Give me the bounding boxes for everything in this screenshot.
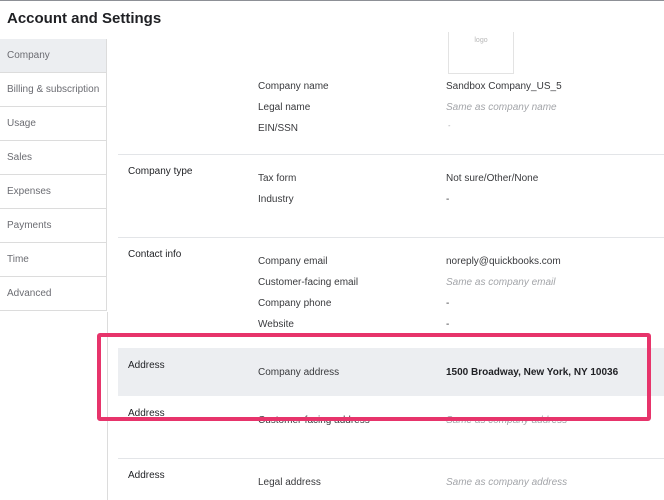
legal-name-value[interactable]: Same as company name xyxy=(446,102,557,113)
top-border xyxy=(0,0,664,1)
logo-upload[interactable]: logo xyxy=(448,32,514,74)
legal-address-label: Legal address xyxy=(258,477,321,488)
ein-label: EIN/SSN xyxy=(258,123,299,134)
customer-email-value[interactable]: Same as company email xyxy=(446,277,556,288)
industry-value[interactable]: - xyxy=(446,194,449,205)
section-divider xyxy=(118,458,664,459)
sidebar-item-payments[interactable]: Payments xyxy=(0,209,107,243)
section-divider xyxy=(118,154,664,155)
tax-form-label: Tax form xyxy=(258,173,297,184)
website-label: Website xyxy=(258,319,294,330)
company-type-heading: Company type xyxy=(128,166,193,177)
contact-info-heading: Contact info xyxy=(128,249,182,260)
page-title: Account and Settings xyxy=(7,10,162,27)
highlight-annotation-box xyxy=(97,333,651,421)
industry-label: Industry xyxy=(258,194,294,205)
company-email-value[interactable]: noreply@quickbooks.com xyxy=(446,256,561,267)
sidebar-item-company[interactable]: Company xyxy=(0,39,107,73)
sidebar-item-advanced[interactable]: Advanced xyxy=(0,277,107,311)
legal-address-value[interactable]: Same as company address xyxy=(446,477,567,488)
company-phone-value[interactable]: - xyxy=(446,298,449,309)
tax-form-value[interactable]: Not sure/Other/None xyxy=(446,173,538,184)
company-phone-label: Company phone xyxy=(258,298,332,309)
sidebar-item-time[interactable]: Time xyxy=(0,243,107,277)
sidebar-item-usage[interactable]: Usage xyxy=(0,107,107,141)
section-divider xyxy=(118,237,664,238)
company-name-value[interactable]: Sandbox Company_US_5 xyxy=(446,81,562,92)
sidebar-item-sales[interactable]: Sales xyxy=(0,141,107,175)
legal-address-heading: Address xyxy=(128,470,165,481)
sidebar-item-billing[interactable]: Billing & subscription xyxy=(0,73,107,107)
settings-sidebar: Company Billing & subscription Usage Sal… xyxy=(0,39,107,311)
legal-name-label: Legal name xyxy=(258,102,311,113)
customer-email-label: Customer-facing email xyxy=(258,277,359,288)
company-email-label: Company email xyxy=(258,256,328,267)
sidebar-item-expenses[interactable]: Expenses xyxy=(0,175,107,209)
website-value[interactable]: - xyxy=(446,319,449,330)
logo-placeholder: logo xyxy=(474,37,488,44)
ein-value[interactable]: - xyxy=(448,123,450,130)
company-name-label: Company name xyxy=(258,81,329,92)
